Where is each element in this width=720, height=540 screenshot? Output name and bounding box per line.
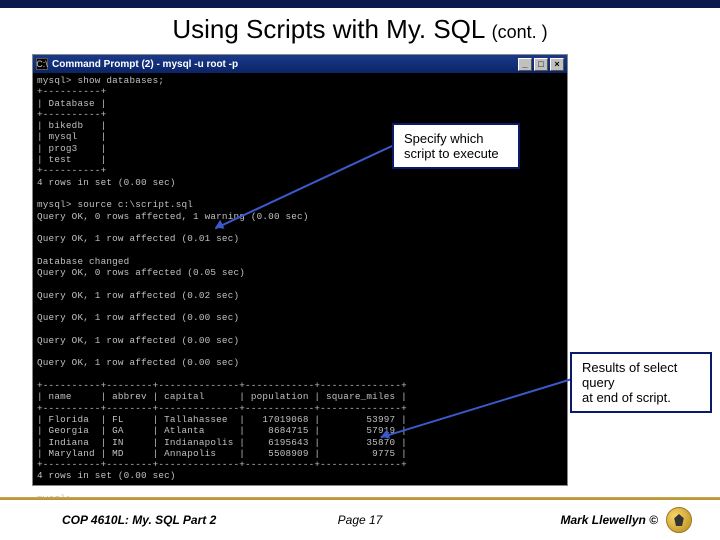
line: Query OK, 1 row affected (0.00 sec) — [37, 312, 239, 323]
line: | Database | — [37, 98, 106, 109]
line: | Florida | FL | Tallahassee | 17019068 … — [37, 414, 407, 425]
callout-text: Results of select query — [582, 360, 700, 390]
line: | prog3 | — [37, 143, 106, 154]
slide-container: Using Scripts with My. SQL (cont. ) C:\ … — [0, 0, 720, 540]
close-button[interactable]: × — [550, 58, 564, 71]
line: +----------+ — [37, 165, 106, 176]
footer-bar: COP 4610L: My. SQL Part 2 Page 17 Mark L… — [0, 500, 720, 540]
line: Query OK, 1 row affected (0.00 sec) — [37, 335, 239, 346]
callout-text: at end of script. — [582, 390, 700, 405]
line: mysql> show databases; — [37, 75, 164, 86]
line: Query OK, 1 row affected (0.01 sec) — [37, 233, 239, 244]
line: +----------+ — [37, 109, 106, 120]
footer-course: COP 4610L: My. SQL Part 2 — [62, 513, 216, 527]
line: Query OK, 0 rows affected (0.05 sec) — [37, 267, 245, 278]
cmd-icon: C:\ — [36, 58, 48, 70]
slide-footer: COP 4610L: My. SQL Part 2 Page 17 Mark L… — [0, 497, 720, 540]
line: Database changed — [37, 256, 129, 267]
line: +----------+--------+--------------+----… — [37, 459, 407, 470]
ucf-logo-icon — [666, 507, 692, 533]
line: | mysql | — [37, 131, 106, 142]
line: Query OK, 1 row affected (0.00 sec) — [37, 357, 239, 368]
window-titlebar: C:\ Command Prompt (2) - mysql -u root -… — [33, 55, 567, 73]
line: | name | abbrev | capital | population |… — [37, 391, 407, 402]
callout-text: Specify which — [404, 131, 508, 146]
top-accent-bar — [0, 0, 720, 8]
line: Query OK, 0 rows affected, 1 warning (0.… — [37, 211, 309, 222]
line: | Indiana | IN | Indianapolis | 6195643 … — [37, 437, 407, 448]
window-buttons: _ □ × — [518, 58, 564, 71]
footer-author-text: Mark Llewellyn © — [560, 513, 658, 527]
title-cont: (cont. ) — [492, 22, 548, 42]
callout-text: script to execute — [404, 146, 508, 161]
line: Query OK, 1 row affected (0.02 sec) — [37, 290, 239, 301]
slide-title: Using Scripts with My. SQL (cont. ) — [0, 8, 720, 49]
line: | Georgia | GA | Atlanta | 8684715 | 579… — [37, 425, 407, 436]
line: | Maryland | MD | Annapolis | 5508909 | … — [37, 448, 407, 459]
minimize-button[interactable]: _ — [518, 58, 532, 71]
line: | test | — [37, 154, 106, 165]
callout-results: Results of select query at end of script… — [570, 352, 712, 413]
line: mysql> source c:\script.sql — [37, 199, 193, 210]
line: +----------+ — [37, 86, 106, 97]
line: | bikedb | — [37, 120, 106, 131]
command-prompt-window: C:\ Command Prompt (2) - mysql -u root -… — [32, 54, 568, 486]
line: +----------+--------+--------------+----… — [37, 380, 407, 391]
callout-specify-script: Specify which script to execute — [392, 123, 520, 169]
line: 4 rows in set (0.00 sec) — [37, 470, 176, 481]
title-main: Using Scripts with My. SQL — [172, 14, 484, 44]
line: +----------+--------+--------------+----… — [37, 403, 407, 414]
maximize-button[interactable]: □ — [534, 58, 548, 71]
window-title-text: Command Prompt (2) - mysql -u root -p — [52, 59, 518, 70]
footer-page: Page 17 — [338, 513, 383, 527]
line: 4 rows in set (0.00 sec) — [37, 177, 176, 188]
footer-author: Mark Llewellyn © — [560, 507, 692, 533]
